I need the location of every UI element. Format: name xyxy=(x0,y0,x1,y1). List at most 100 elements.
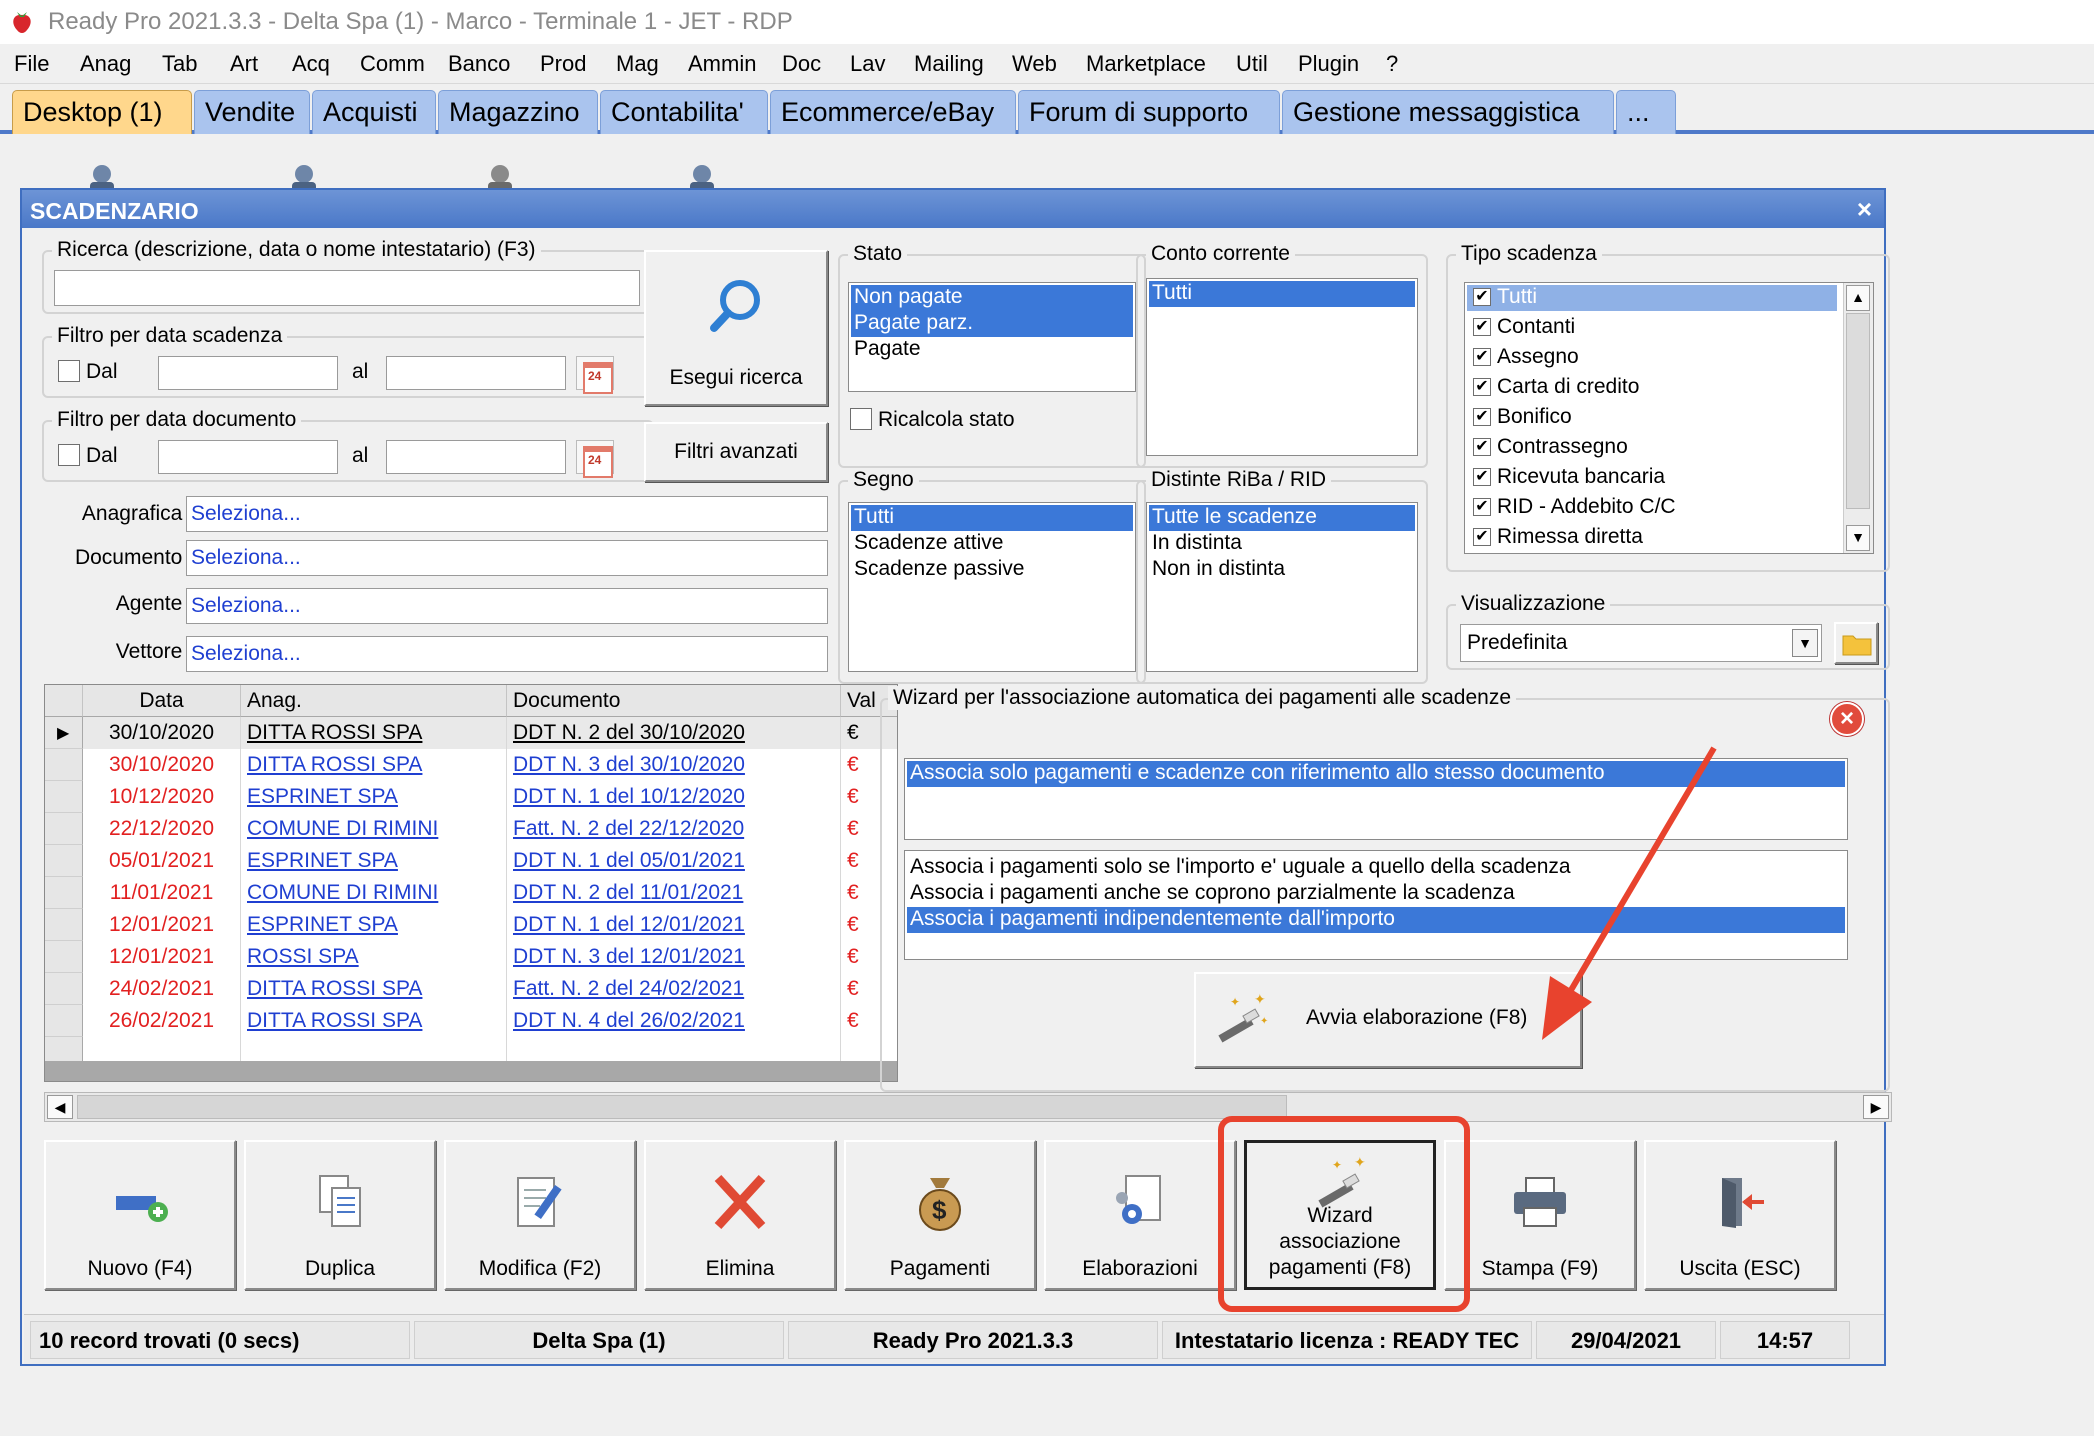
check-icon[interactable]: ✔ xyxy=(1473,378,1491,396)
recalc-checkbox[interactable] xyxy=(850,408,872,430)
distinte-item[interactable]: Non in distinta xyxy=(1149,557,1415,583)
doc-date-to-input[interactable] xyxy=(386,440,566,474)
cell-documento[interactable]: DDT N. 2 del 11/01/2021 xyxy=(507,877,841,909)
scroll-thumb[interactable] xyxy=(77,1095,1287,1119)
cell-documento[interactable]: DDT N. 4 del 26/02/2021 xyxy=(507,1005,841,1037)
tab-forum[interactable]: Forum di supporto xyxy=(1018,90,1280,134)
table-row[interactable]: 12/01/2021 ESPRINET SPA DDT N. 1 del 12/… xyxy=(45,909,897,941)
tab-contabilita[interactable]: Contabilita' xyxy=(600,90,768,134)
cell-documento[interactable]: DDT N. 3 del 30/10/2020 xyxy=(507,749,841,781)
menu-plugin[interactable]: Plugin xyxy=(1298,51,1359,77)
tab-desktop[interactable]: Desktop (1) xyxy=(12,90,192,134)
tipo-item[interactable]: Carta di credito xyxy=(1467,375,1871,401)
scroll-left-icon[interactable]: ◀ xyxy=(47,1095,73,1119)
scroll-down-icon[interactable]: ▼ xyxy=(1846,525,1870,551)
calendar-icon[interactable]: 24 xyxy=(576,356,614,394)
processing-button[interactable]: Elaborazioni xyxy=(1044,1140,1236,1290)
advanced-filters-button[interactable]: Filtri avanzati xyxy=(644,422,828,482)
agente-select[interactable]: Seleziona... xyxy=(186,588,828,624)
conto-item[interactable]: Tutti xyxy=(1149,281,1415,307)
cell-documento[interactable]: DDT N. 2 del 30/10/2020 xyxy=(507,717,841,749)
menu-help[interactable]: ? xyxy=(1386,51,1398,77)
new-button[interactable]: Nuovo (F4) xyxy=(44,1140,236,1290)
table-row[interactable]: 30/10/2020 DITTA ROSSI SPA DDT N. 3 del … xyxy=(45,749,897,781)
menu-anag[interactable]: Anag xyxy=(80,51,131,77)
scroll-thumb[interactable] xyxy=(1846,313,1870,509)
cell-documento[interactable]: DDT N. 1 del 10/12/2020 xyxy=(507,781,841,813)
menu-mailing[interactable]: Mailing xyxy=(914,51,984,77)
horizontal-scrollbar[interactable]: ◀ ▶ xyxy=(44,1092,1892,1122)
due-date-from-input[interactable] xyxy=(158,356,338,390)
menu-marketplace[interactable]: Marketplace xyxy=(1086,51,1206,77)
distinte-list[interactable]: Tutte le scadenze In distinta Non in dis… xyxy=(1146,502,1418,672)
doc-date-checkbox[interactable] xyxy=(58,444,80,466)
segno-item[interactable]: Scadenze attive xyxy=(851,531,1133,557)
folder-button[interactable] xyxy=(1834,622,1878,664)
tab-vendite[interactable]: Vendite xyxy=(194,90,310,134)
cell-anag[interactable]: ESPRINET SPA xyxy=(241,909,507,941)
visualizzazione-select[interactable]: Predefinita ▼ xyxy=(1460,624,1822,662)
table-row[interactable]: 10/12/2020 ESPRINET SPA DDT N. 1 del 10/… xyxy=(45,781,897,813)
scadenze-grid[interactable]: Data Anag. Documento Val ▶ 30/10/2020 DI… xyxy=(44,684,898,1082)
tab-acquisti[interactable]: Acquisti xyxy=(312,90,436,134)
cell-documento[interactable]: Fatt. N. 2 del 24/02/2021 xyxy=(507,973,841,1005)
check-icon[interactable]: ✔ xyxy=(1473,528,1491,546)
cell-documento[interactable]: Fatt. N. 2 del 22/12/2020 xyxy=(507,813,841,845)
tipo-item[interactable]: Rimessa diretta xyxy=(1467,525,1871,551)
menu-prod[interactable]: Prod xyxy=(540,51,586,77)
tab-messaggistica[interactable]: Gestione messaggistica xyxy=(1282,90,1614,134)
table-row[interactable]: 22/12/2020 COMUNE DI RIMINI Fatt. N. 2 d… xyxy=(45,813,897,845)
tab-magazzino[interactable]: Magazzino xyxy=(438,90,598,134)
check-icon[interactable]: ✔ xyxy=(1473,288,1491,306)
cell-anag[interactable]: DITTA ROSSI SPA xyxy=(241,749,507,781)
table-row[interactable]: 12/01/2021 ROSSI SPA DDT N. 3 del 12/01/… xyxy=(45,941,897,973)
edit-button[interactable]: Modifica (F2) xyxy=(444,1140,636,1290)
segno-list[interactable]: Tutti Scadenze attive Scadenze passive xyxy=(848,502,1136,672)
column-header-data[interactable]: Data xyxy=(83,685,241,717)
vettore-select[interactable]: Seleziona... xyxy=(186,636,828,672)
check-icon[interactable]: ✔ xyxy=(1473,318,1491,336)
search-input[interactable] xyxy=(54,270,640,306)
due-date-checkbox[interactable] xyxy=(58,360,80,382)
exit-button[interactable]: Uscita (ESC) xyxy=(1644,1140,1836,1290)
segno-item[interactable]: Tutti xyxy=(851,505,1133,531)
tipo-item[interactable]: Tutti xyxy=(1467,285,1837,311)
menu-mag[interactable]: Mag xyxy=(616,51,659,77)
menu-util[interactable]: Util xyxy=(1236,51,1268,77)
menu-lav[interactable]: Lav xyxy=(850,51,885,77)
tipo-item[interactable]: RID - Addebito C/C xyxy=(1467,495,1871,521)
cell-anag[interactable]: COMUNE DI RIMINI xyxy=(241,813,507,845)
stato-item[interactable]: Pagate parz. xyxy=(851,311,1133,337)
due-date-to-input[interactable] xyxy=(386,356,566,390)
cell-documento[interactable]: DDT N. 1 del 12/01/2021 xyxy=(507,909,841,941)
table-row[interactable]: 24/02/2021 DITTA ROSSI SPA Fatt. N. 2 de… xyxy=(45,973,897,1005)
check-icon[interactable]: ✔ xyxy=(1473,438,1491,456)
check-icon[interactable]: ✔ xyxy=(1473,348,1491,366)
check-icon[interactable]: ✔ xyxy=(1473,408,1491,426)
cell-anag[interactable]: DITTA ROSSI SPA xyxy=(241,1005,507,1037)
menu-ammin[interactable]: Ammin xyxy=(688,51,756,77)
cell-anag[interactable]: COMUNE DI RIMINI xyxy=(241,877,507,909)
tipo-item[interactable]: Bonifico xyxy=(1467,405,1871,431)
table-row[interactable]: 05/01/2021 ESPRINET SPA DDT N. 1 del 05/… xyxy=(45,845,897,877)
tipo-list[interactable]: Tutti Contanti Assegno Carta di credito … xyxy=(1464,282,1874,554)
duplicate-button[interactable]: Duplica xyxy=(244,1140,436,1290)
tipo-item[interactable]: Assegno xyxy=(1467,345,1871,371)
doc-date-from-input[interactable] xyxy=(158,440,338,474)
close-wizard-icon[interactable]: × xyxy=(1830,702,1864,736)
cell-anag[interactable]: ESPRINET SPA xyxy=(241,781,507,813)
table-row[interactable]: 26/02/2021 DITTA ROSSI SPA DDT N. 4 del … xyxy=(45,1005,897,1037)
cell-documento[interactable]: DDT N. 1 del 05/01/2021 xyxy=(507,845,841,877)
table-row[interactable]: ▶ 30/10/2020 DITTA ROSSI SPA DDT N. 2 de… xyxy=(45,717,897,749)
tipo-item[interactable]: Contrassegno xyxy=(1467,435,1871,461)
stato-list[interactable]: Non pagate Pagate parz. Pagate xyxy=(848,282,1136,392)
column-header-documento[interactable]: Documento xyxy=(507,685,841,717)
cell-anag[interactable]: DITTA ROSSI SPA xyxy=(241,717,507,749)
check-icon[interactable]: ✔ xyxy=(1473,498,1491,516)
menu-comm[interactable]: Comm xyxy=(360,51,425,77)
segno-item[interactable]: Scadenze passive xyxy=(851,557,1133,583)
distinte-item[interactable]: Tutte le scadenze xyxy=(1149,505,1415,531)
menu-doc[interactable]: Doc xyxy=(782,51,821,77)
column-header-anag[interactable]: Anag. xyxy=(241,685,507,717)
stato-item[interactable]: Pagate xyxy=(851,337,1133,363)
